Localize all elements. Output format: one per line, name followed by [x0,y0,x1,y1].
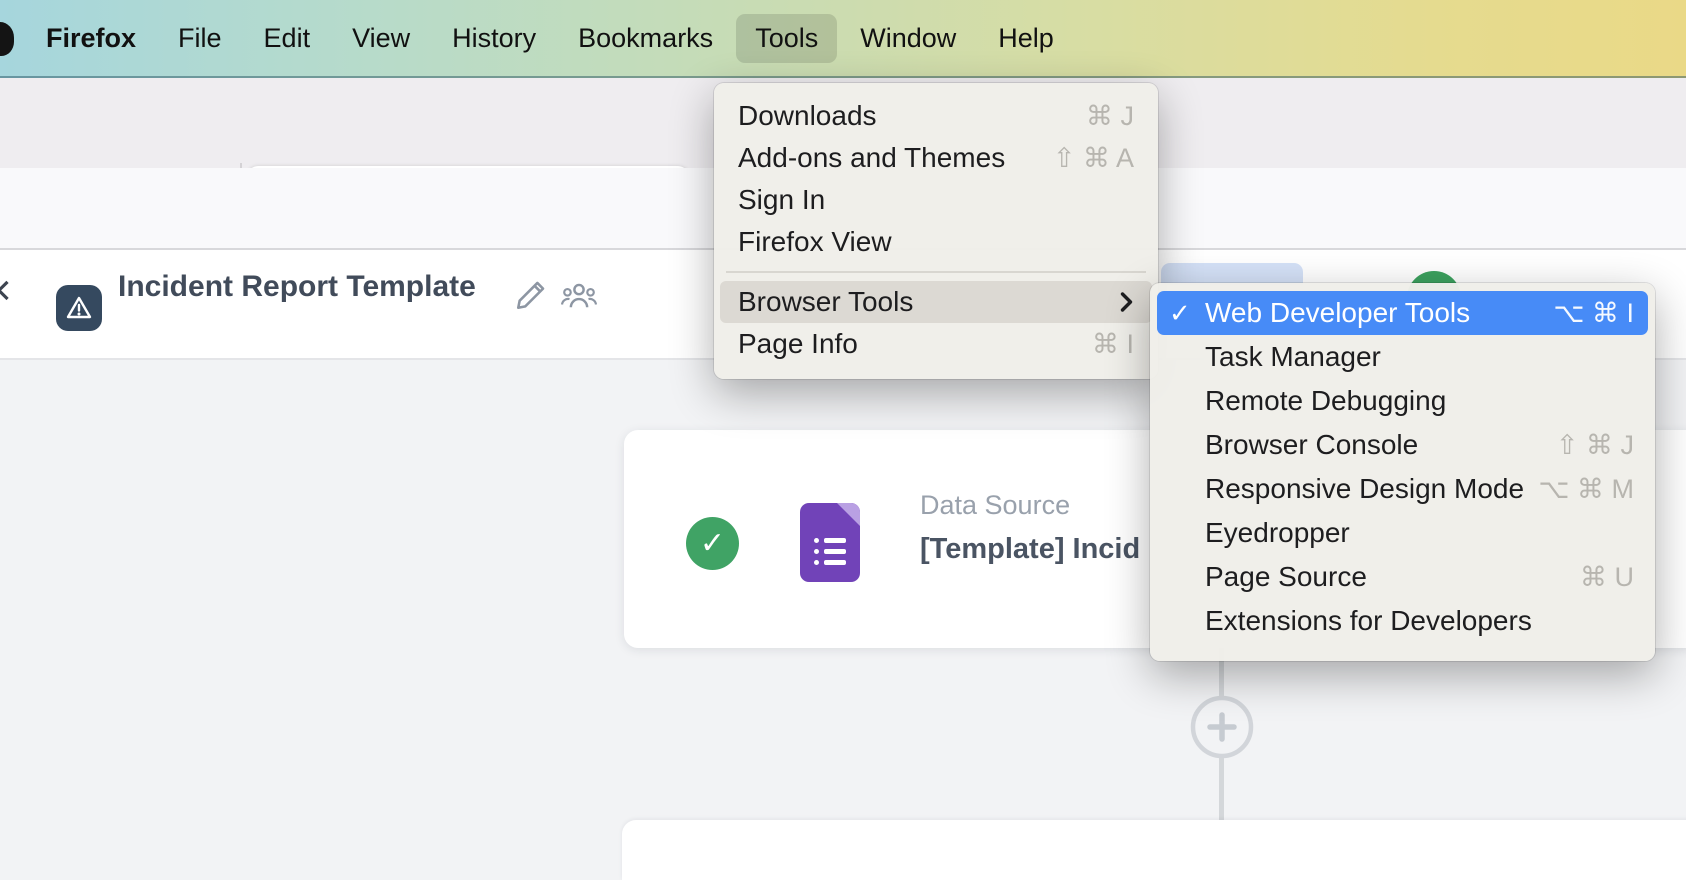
header-pill-fragment [1161,263,1303,285]
menubar-item-window[interactable]: Window [860,23,956,54]
next-step-card[interactable] [622,820,1686,880]
submenu-item-shortcut: ⌥ ⌘ I [1553,298,1634,329]
menu-item-label: Add-ons and Themes [738,142,1053,174]
menu-item-label: Page Info [738,328,1092,360]
tools-menu: Downloads ⌘ J Add-ons and Themes ⇧ ⌘ A S… [714,83,1158,379]
menubar-item-firefox[interactable]: Firefox [46,23,136,54]
drawer-close-icon[interactable]: × [0,266,12,316]
warning-triangle-icon [65,295,93,321]
menu-separator [726,271,1146,273]
submenu-item-shortcut: ⌥ ⌘ M [1538,474,1634,505]
submenu-item-label: Remote Debugging [1205,385,1634,417]
google-forms-icon [800,503,860,582]
apple-logo-icon[interactable] [0,22,14,56]
submenu-item-label: Extensions for Developers [1205,605,1634,637]
submenu-item-web-developer-tools[interactable]: ✓ Web Developer Tools ⌥ ⌘ I [1157,291,1648,335]
submenu-item-label: Page Source [1205,561,1580,593]
submenu-item-eyedropper[interactable]: Eyedropper [1157,511,1648,555]
menu-item-label: Sign In [738,184,1134,216]
menu-item-label: Browser Tools [738,286,1119,318]
check-circle-icon: ✓ [686,517,739,570]
submenu-item-label: Responsive Design Mode [1205,473,1538,505]
page-title: Incident Report Template [118,270,476,304]
checkmark-icon: ✓ [1169,298,1205,329]
submenu-item-page-source[interactable]: Page Source ⌘ U [1157,555,1648,599]
submenu-item-browser-console[interactable]: Browser Console ⇧ ⌘ J [1157,423,1648,467]
browser-tools-submenu: ✓ Web Developer Tools ⌥ ⌘ I Task Manager… [1150,283,1655,661]
submenu-item-extensions-for-developers[interactable]: Extensions for Developers [1157,599,1648,643]
menu-item-firefox-view[interactable]: Firefox View [714,221,1158,263]
menu-item-page-info[interactable]: Page Info ⌘ I [714,323,1158,365]
macos-menubar: Firefox File Edit View History Bookmarks… [0,0,1686,78]
submenu-item-shortcut: ⇧ ⌘ J [1556,430,1634,461]
add-step-button[interactable] [1189,694,1255,765]
menubar-item-tools-active[interactable]: Tools [736,14,837,63]
submenu-item-label: Browser Console [1205,429,1556,461]
data-source-label: Data Source [920,490,1140,521]
submenu-item-label: Web Developer Tools [1205,297,1553,329]
submenu-item-shortcut: ⌘ U [1580,562,1634,593]
submenu-item-label: Task Manager [1205,341,1634,373]
menu-item-shortcut: ⌘ I [1092,329,1134,360]
incident-badge [56,285,102,331]
menu-item-label: Downloads [738,100,1086,132]
menu-item-shortcut: ⇧ ⌘ A [1053,143,1134,174]
menu-item-browser-tools[interactable]: Browser Tools [720,281,1152,323]
menu-item-downloads[interactable]: Downloads ⌘ J [714,95,1158,137]
submenu-item-label: Eyedropper [1205,517,1634,549]
menu-item-label: Firefox View [738,226,1134,258]
menubar-item-edit[interactable]: Edit [264,23,311,54]
submenu-chevron-icon [1119,290,1134,314]
edit-pencil-icon[interactable] [514,278,548,317]
menu-item-addons-themes[interactable]: Add-ons and Themes ⇧ ⌘ A [714,137,1158,179]
menu-item-shortcut: ⌘ J [1086,101,1134,132]
menubar-item-help[interactable]: Help [998,23,1054,54]
connector-line [1219,758,1224,820]
menubar-item-history[interactable]: History [452,23,536,54]
share-people-icon[interactable] [560,278,598,317]
check-glyph: ✓ [700,526,725,561]
submenu-item-remote-debugging[interactable]: Remote Debugging [1157,379,1648,423]
menubar-item-bookmarks[interactable]: Bookmarks [578,23,713,54]
submenu-item-responsive-design-mode[interactable]: Responsive Design Mode ⌥ ⌘ M [1157,467,1648,511]
menu-item-sign-in[interactable]: Sign In [714,179,1158,221]
menubar-item-file[interactable]: File [178,23,222,54]
menubar-item-view[interactable]: View [352,23,410,54]
submenu-item-task-manager[interactable]: Task Manager [1157,335,1648,379]
data-source-document-name: [Template] Incid [920,533,1140,566]
